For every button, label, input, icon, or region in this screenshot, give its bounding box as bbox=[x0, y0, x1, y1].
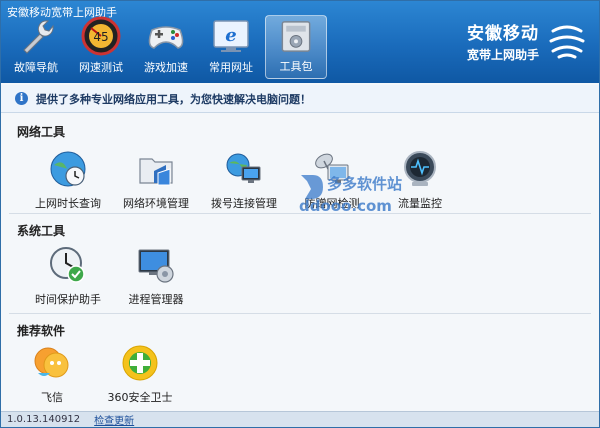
tool-label: 360安全卫士 bbox=[107, 391, 173, 404]
tool-time-protection[interactable]: 时间保护助手 bbox=[23, 245, 113, 307]
tool-traffic-monitor[interactable]: 流量监控 bbox=[375, 149, 465, 211]
brand-subtitle: 宽带上网助手 bbox=[466, 48, 539, 62]
svg-text:e: e bbox=[225, 25, 236, 46]
toolbar-item-toolbox[interactable]: 工具包 bbox=[265, 15, 327, 79]
tool-label: 时间保护助手 bbox=[35, 293, 101, 306]
brand-block: 安徽移动 宽带上网助手 bbox=[467, 19, 589, 63]
section-divider bbox=[9, 213, 591, 214]
tool-fetion[interactable]: 飞信 bbox=[7, 343, 97, 405]
tool-label: 拨号连接管理 bbox=[211, 197, 277, 210]
section-title-recommended-software: 推荐软件 bbox=[17, 324, 66, 338]
toolbar-label: 常用网址 bbox=[209, 61, 253, 74]
tool-360-safeguard[interactable]: 360安全卫士 bbox=[95, 343, 185, 405]
section-title-network-tools: 网络工具 bbox=[17, 125, 66, 139]
info-message: 提供了多种专业网络应用工具，为您快速解决电脑问题！ bbox=[36, 92, 311, 106]
toolbox-icon bbox=[281, 21, 311, 52]
tool-label: 防蹭网检测 bbox=[304, 197, 360, 210]
toolbar-item-fault-nav[interactable]: 故障导航 bbox=[5, 15, 67, 79]
tool-label: 上网时长查询 bbox=[35, 197, 101, 210]
process-manager-icon bbox=[138, 249, 174, 283]
tool-dialup-manager[interactable]: 拨号连接管理 bbox=[199, 149, 289, 211]
tool-label: 飞信 bbox=[41, 391, 63, 404]
satellite-monitor-icon bbox=[315, 153, 349, 183]
tool-label: 流量监控 bbox=[398, 197, 442, 210]
360-safeguard-icon bbox=[122, 345, 158, 381]
china-mobile-logo-icon bbox=[549, 25, 585, 59]
app-window: 安徽移动宽带上网助手 故障导航 45 网速测试 游戏加速 e 常用网址 工具包 … bbox=[0, 0, 600, 428]
section-divider bbox=[9, 313, 591, 314]
toolbar-label: 游戏加速 bbox=[144, 61, 188, 74]
tool-online-time-query[interactable]: 上网时长查询 bbox=[23, 149, 113, 211]
tool-label: 进程管理器 bbox=[128, 293, 184, 306]
toolbar-label: 工具包 bbox=[279, 60, 313, 73]
speedometer-icon: 45 bbox=[81, 16, 121, 56]
traffic-monitor-icon bbox=[404, 151, 436, 186]
tool-process-manager[interactable]: 进程管理器 bbox=[111, 245, 201, 307]
toolbar-item-speed-test[interactable]: 45 网速测试 bbox=[70, 15, 132, 79]
toolbar-item-common-sites[interactable]: e 常用网址 bbox=[200, 15, 262, 79]
gamepad-icon bbox=[148, 26, 184, 49]
folder-network-icon bbox=[139, 158, 173, 186]
info-bar: i 提供了多种专业网络应用工具，为您快速解决电脑问题！ bbox=[1, 85, 599, 113]
version-label: 1.0.13.140912 bbox=[7, 414, 81, 425]
main-toolbar: 故障导航 45 网速测试 游戏加速 e 常用网址 工具包 bbox=[5, 15, 330, 79]
section-title-system-tools: 系统工具 bbox=[17, 224, 66, 238]
tool-network-env-manager[interactable]: 网络环境管理 bbox=[111, 149, 201, 211]
fetion-icon bbox=[34, 347, 69, 378]
globe-clock-icon bbox=[50, 151, 86, 187]
ie-browser-icon: e bbox=[213, 20, 249, 52]
toolbar-item-game-accel[interactable]: 游戏加速 bbox=[135, 15, 197, 79]
toolbar-label: 网速测试 bbox=[79, 61, 123, 74]
header-bar: 安徽移动宽带上网助手 故障导航 45 网速测试 游戏加速 e 常用网址 工具包 … bbox=[1, 1, 599, 83]
wrench-icon bbox=[23, 20, 54, 54]
clock-shield-icon bbox=[50, 247, 85, 283]
tool-label: 网络环境管理 bbox=[123, 197, 189, 210]
brand-name: 安徽移动 bbox=[467, 24, 539, 44]
status-footer: 1.0.13.140912 检查更新 bbox=[1, 411, 599, 427]
dialup-connection-icon bbox=[226, 153, 261, 183]
tool-anti-leech-detection[interactable]: 防蹭网检测 bbox=[287, 149, 377, 211]
svg-text:45: 45 bbox=[93, 30, 108, 44]
toolbar-label: 故障导航 bbox=[14, 61, 58, 74]
check-update-link[interactable]: 检查更新 bbox=[94, 412, 134, 427]
info-icon: i bbox=[15, 92, 28, 105]
